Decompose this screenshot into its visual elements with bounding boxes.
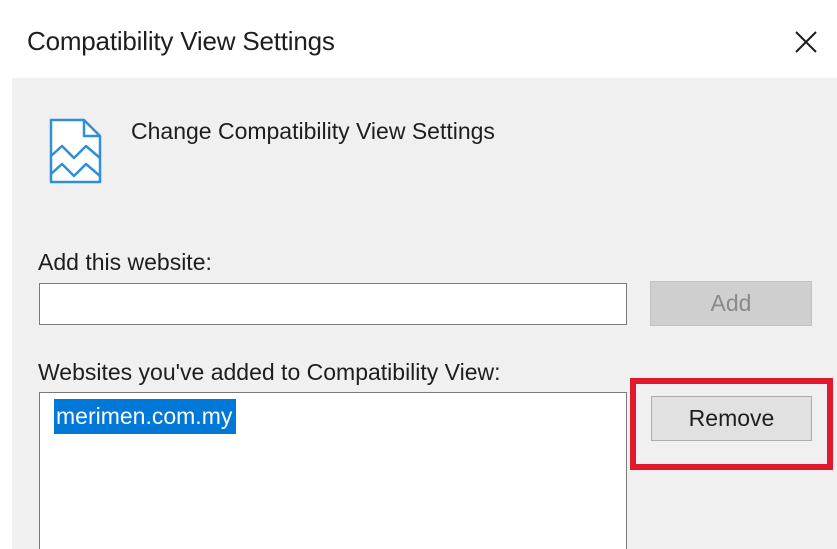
compatibility-view-icon xyxy=(49,118,102,184)
websites-list[interactable]: merimen.com.my xyxy=(39,392,627,549)
header-text: Change Compatibility View Settings xyxy=(131,118,495,144)
add-button[interactable]: Add xyxy=(650,281,812,326)
websites-list-label: Websites you've added to Compatibility V… xyxy=(38,359,501,385)
close-button[interactable] xyxy=(786,22,826,62)
add-website-label: Add this website: xyxy=(38,249,212,275)
list-item[interactable]: merimen.com.my xyxy=(54,399,237,434)
dialog-title: Compatibility View Settings xyxy=(27,26,335,56)
dialog-titlebar: Compatibility View Settings xyxy=(0,0,837,78)
remove-button[interactable]: Remove xyxy=(651,396,812,441)
close-icon xyxy=(795,31,817,53)
add-website-input[interactable] xyxy=(39,283,627,325)
